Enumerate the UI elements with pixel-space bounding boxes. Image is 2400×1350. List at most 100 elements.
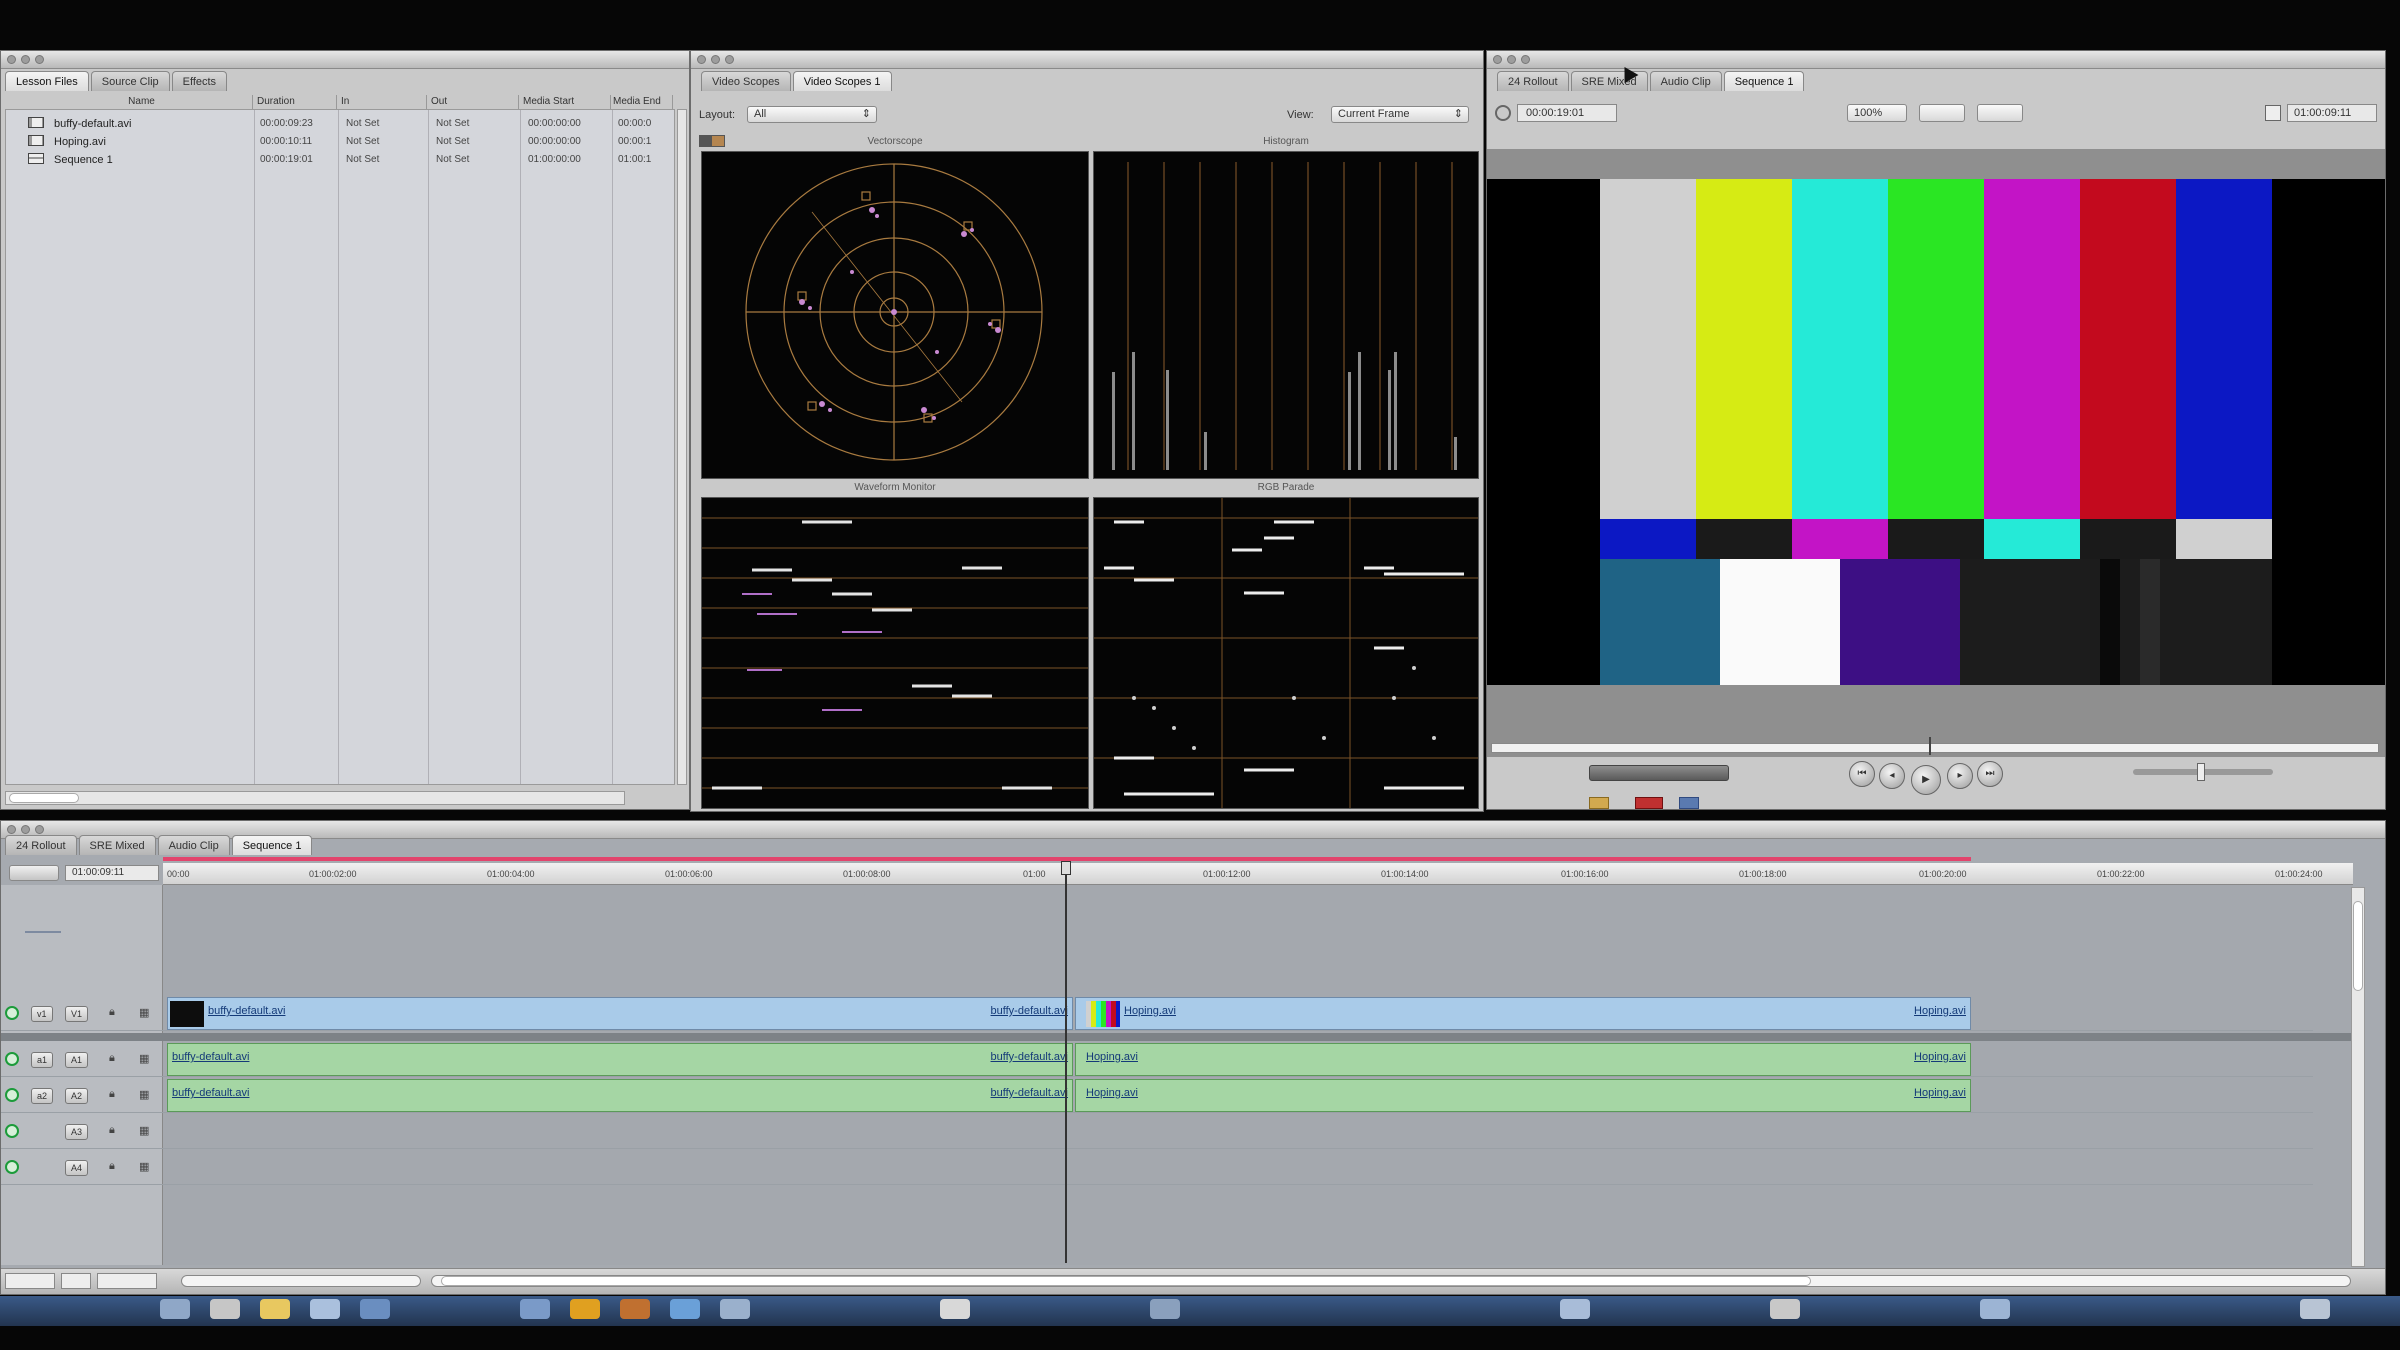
dock-trash-icon[interactable] [2300,1299,2330,1319]
track-audible-toggle[interactable] [5,1124,19,1138]
rt-menu-button[interactable] [9,865,59,881]
add-marker-button[interactable] [1635,797,1663,809]
column-header-media-end[interactable]: Media End [613,95,673,109]
canvas-playhead[interactable] [1929,737,1931,755]
auto-select-icon[interactable]: ▦ [139,1006,149,1019]
column-header-in[interactable]: In [341,95,427,109]
tab-sre-mixed[interactable]: SRE Mixed [78,835,156,855]
column-header-media-start[interactable]: Media Start [523,95,611,109]
browser-item[interactable]: Hoping.avi [28,134,106,150]
tab-audio-clip[interactable]: Audio Clip [157,835,230,855]
lock-icon[interactable]: 🔒︎ [109,1088,115,1101]
dock-app-icon[interactable] [1980,1299,2010,1319]
dock-app-icon[interactable] [940,1299,970,1319]
timeline-clip[interactable]: buffy-default.avi buffy-default.avi [167,997,1073,1030]
auto-select-icon[interactable]: ▦ [139,1160,149,1173]
tab-video-scopes[interactable]: Video Scopes [701,71,791,91]
dock-app-icon[interactable] [1560,1299,1590,1319]
dock-app-icon[interactable] [360,1299,390,1319]
dock-app-icon[interactable] [1150,1299,1180,1319]
lock-icon[interactable]: 🔒︎ [109,1124,115,1137]
dock-app-icon[interactable] [570,1299,600,1319]
browser-item-list[interactable]: buffy-default.avi 00:00:09:23 Not Set No… [5,109,675,785]
canvas-titlebar[interactable] [1487,51,2385,69]
tab-sequence-1[interactable]: Sequence 1 [1723,71,1805,91]
layout-select[interactable]: All ⇕ [747,106,877,123]
tab-audio-clip[interactable]: Audio Clip [1649,71,1722,91]
browser-vertical-scrollbar[interactable] [677,109,687,785]
match-frame-button[interactable] [1589,797,1609,809]
timeline-vertical-thumb[interactable] [2353,901,2363,991]
play-button[interactable]: ▶ [1911,765,1941,795]
lock-icon[interactable]: 🔒︎ [109,1160,115,1173]
tab-source-clip[interactable]: Source Clip [90,71,170,91]
clip-keyframes-button[interactable] [61,1273,91,1289]
dock-app-icon[interactable] [670,1299,700,1319]
toggle-clip-overlays-button[interactable] [5,1273,55,1289]
display-options-button[interactable] [1977,104,2023,122]
tab-video-scopes-1[interactable]: Video Scopes 1 [792,71,892,91]
mark-clip-button[interactable] [1679,797,1699,809]
dock-app-icon[interactable] [160,1299,190,1319]
source-patch-a2[interactable]: a2 [31,1088,54,1104]
source-patch-v1[interactable]: v1 [31,1006,53,1022]
view-options-button[interactable] [1919,104,1965,122]
tab-sequence-1[interactable]: Sequence 1 [231,835,313,855]
dock-app-icon[interactable] [1770,1299,1800,1319]
track-visibility-toggle[interactable] [5,1006,19,1020]
timeline-clip[interactable]: buffy-default.avi buffy-default.avi [167,1043,1073,1076]
browser-item[interactable]: buffy-default.avi [28,116,131,132]
track-label-a3[interactable]: A3 [65,1124,89,1140]
track-label-v1[interactable]: V1 [65,1006,89,1022]
timeline-ruler[interactable]: 00:00 01:00:02:00 01:00:04:00 01:00:06:0… [163,863,2353,885]
dock-app-icon[interactable] [310,1299,340,1319]
lock-icon[interactable]: 🔒︎ [109,1006,115,1019]
timecode-duration-field[interactable]: 00:00:19:01 [1517,104,1617,122]
scopes-titlebar[interactable] [691,51,1483,69]
tab-24-rollout[interactable]: 24 Rollout [5,835,77,855]
view-select[interactable]: Current Frame ⇕ [1331,106,1469,123]
timeline-clip[interactable]: Hoping.avi Hoping.avi [1075,1079,1971,1112]
canvas-video-frame[interactable] [1487,179,2385,685]
timeline-clip[interactable]: Hoping.avi Hoping.avi [1075,1043,1971,1076]
tab-lesson-files[interactable]: Lesson Files [5,71,89,91]
play-around-current-frame-button[interactable]: ▸ [1947,763,1973,789]
shuttle-control[interactable] [1589,765,1729,781]
track-audible-toggle[interactable] [5,1160,19,1174]
auto-select-icon[interactable]: ▦ [139,1052,149,1065]
column-header-name[interactable]: Name [31,95,253,109]
browser-scroll-thumb[interactable] [9,793,79,803]
auto-select-icon[interactable]: ▦ [139,1124,149,1137]
timeline-clip[interactable]: buffy-default.avi buffy-default.avi [167,1079,1073,1112]
track-label-a2[interactable]: A2 [65,1088,89,1104]
browser-item[interactable]: Sequence 1 [28,152,113,168]
timeline-titlebar[interactable] [1,821,2385,839]
auto-select-icon[interactable]: ▦ [139,1088,149,1101]
tab-effects[interactable]: Effects [171,71,228,91]
dock-app-icon[interactable] [210,1299,240,1319]
track-label-a1[interactable]: A1 [65,1052,89,1068]
lock-icon[interactable]: 🔒︎ [109,1052,115,1065]
go-to-previous-edit-button[interactable]: ⏮ [1849,761,1875,787]
timeline-playhead[interactable] [1065,863,1067,1263]
track-label-a4[interactable]: A4 [65,1160,89,1176]
timeline-playhead-handle[interactable] [1061,861,1071,875]
source-patch-a1[interactable]: a1 [31,1052,54,1068]
dock-app-icon[interactable] [260,1299,290,1319]
go-to-next-edit-button[interactable]: ⏭ [1977,761,2003,787]
track-height-handle[interactable] [25,931,61,933]
track-height-button[interactable] [97,1273,157,1289]
canvas-window-icon[interactable] [2265,105,2281,121]
track-audible-toggle[interactable] [5,1088,19,1102]
dock-app-icon[interactable] [620,1299,650,1319]
track-audible-toggle[interactable] [5,1052,19,1066]
dock-app-icon[interactable] [720,1299,750,1319]
timeline-horizontal-thumb[interactable] [441,1276,1811,1286]
zoom-slider[interactable] [181,1275,421,1287]
column-header-duration[interactable]: Duration [257,95,337,109]
browser-titlebar[interactable] [1,51,689,69]
tab-24-rollout[interactable]: 24 Rollout [1497,71,1569,91]
dock-app-icon[interactable] [520,1299,550,1319]
canvas-scrubber-bar[interactable] [1491,743,2379,753]
jog-thumb[interactable] [2197,763,2205,781]
